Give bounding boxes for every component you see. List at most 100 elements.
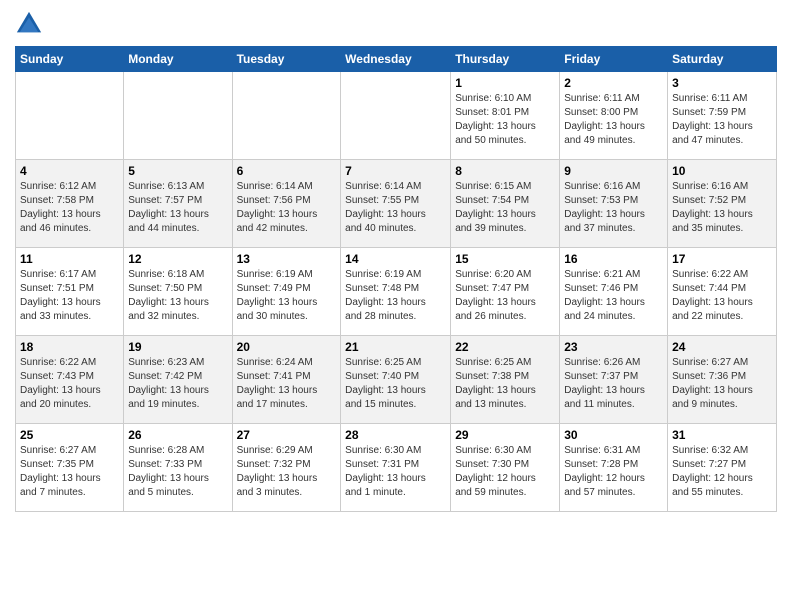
calendar-cell: 4 Sunrise: 6:12 AMSunset: 7:58 PMDaylight… — [16, 160, 124, 248]
calendar-cell: 19 Sunrise: 6:23 AMSunset: 7:42 PMDayligh… — [124, 336, 232, 424]
calendar-cell: 9 Sunrise: 6:16 AMSunset: 7:53 PMDaylight… — [560, 160, 668, 248]
day-number: 20 — [237, 340, 337, 354]
cell-info: Sunrise: 6:30 AMSunset: 7:30 PMDaylight:… — [455, 444, 555, 500]
calendar-cell: 5 Sunrise: 6:13 AMSunset: 7:57 PMDaylight… — [124, 160, 232, 248]
day-number: 12 — [128, 252, 227, 266]
calendar-cell — [341, 72, 451, 160]
calendar-cell: 6 Sunrise: 6:14 AMSunset: 7:56 PMDaylight… — [232, 160, 341, 248]
calendar-cell: 26Sunrise: 6:28 AMSunset: 7:33 PMDayligh… — [124, 424, 232, 512]
weekday-header-thursday: Thursday — [451, 47, 560, 72]
cell-info: Sunrise: 6:19 AMSunset: 7:48 PMDaylight:… — [345, 268, 446, 324]
cell-info: Sunrise: 6:16 AMSunset: 7:53 PMDaylight:… — [564, 180, 663, 236]
calendar-cell: 12 Sunrise: 6:18 AMSunset: 7:50 PMDayligh… — [124, 248, 232, 336]
day-number: 31 — [672, 428, 772, 442]
calendar-cell: 27 Sunrise: 6:29 AMSunset: 7:32 PMDayligh… — [232, 424, 341, 512]
logo — [15, 10, 47, 38]
cell-info: Sunrise: 6:22 AMSunset: 7:43 PMDaylight:… — [20, 356, 119, 412]
logo-icon — [15, 10, 43, 38]
calendar-cell: 3 Sunrise: 6:11 AMSunset: 7:59 PMDaylight… — [668, 72, 777, 160]
cell-info: Sunrise: 6:24 AMSunset: 7:41 PMDaylight:… — [237, 356, 337, 412]
calendar-cell: 15Sunrise: 6:20 AMSunset: 7:47 PMDayligh… — [451, 248, 560, 336]
day-number: 11 — [20, 252, 119, 266]
calendar-week-1: 1 Sunrise: 6:10 AMSunset: 8:01 PMDaylight… — [16, 72, 777, 160]
cell-info: Sunrise: 6:23 AMSunset: 7:42 PMDaylight:… — [128, 356, 227, 412]
day-number: 18 — [20, 340, 119, 354]
calendar-cell: 20 Sunrise: 6:24 AMSunset: 7:41 PMDayligh… — [232, 336, 341, 424]
day-number: 5 — [128, 164, 227, 178]
calendar-cell: 1 Sunrise: 6:10 AMSunset: 8:01 PMDaylight… — [451, 72, 560, 160]
calendar-week-2: 4 Sunrise: 6:12 AMSunset: 7:58 PMDaylight… — [16, 160, 777, 248]
cell-info: Sunrise: 6:19 AMSunset: 7:49 PMDaylight:… — [237, 268, 337, 324]
weekday-header-wednesday: Wednesday — [341, 47, 451, 72]
calendar-cell: 10Sunrise: 6:16 AMSunset: 7:52 PMDayligh… — [668, 160, 777, 248]
cell-info: Sunrise: 6:18 AMSunset: 7:50 PMDaylight:… — [128, 268, 227, 324]
day-number: 8 — [455, 164, 555, 178]
day-number: 22 — [455, 340, 555, 354]
day-number: 21 — [345, 340, 446, 354]
calendar-cell: 23 Sunrise: 6:26 AMSunset: 7:37 PMDayligh… — [560, 336, 668, 424]
day-number: 19 — [128, 340, 227, 354]
cell-info: Sunrise: 6:26 AMSunset: 7:37 PMDaylight:… — [564, 356, 663, 412]
cell-info: Sunrise: 6:12 AMSunset: 7:58 PMDaylight:… — [20, 180, 119, 236]
day-number: 4 — [20, 164, 119, 178]
calendar-cell: 2 Sunrise: 6:11 AMSunset: 8:00 PMDaylight… — [560, 72, 668, 160]
day-number: 26 — [128, 428, 227, 442]
calendar-cell — [124, 72, 232, 160]
cell-info: Sunrise: 6:11 AMSunset: 8:00 PMDaylight:… — [564, 92, 663, 148]
day-number: 13 — [237, 252, 337, 266]
day-number: 23 — [564, 340, 663, 354]
calendar-cell: 30 Sunrise: 6:31 AMSunset: 7:28 PMDayligh… — [560, 424, 668, 512]
cell-info: Sunrise: 6:31 AMSunset: 7:28 PMDaylight:… — [564, 444, 663, 500]
cell-info: Sunrise: 6:16 AMSunset: 7:52 PMDaylight:… — [672, 180, 772, 236]
calendar-table: SundayMondayTuesdayWednesdayThursdayFrid… — [15, 46, 777, 512]
cell-info: Sunrise: 6:27 AMSunset: 7:36 PMDaylight:… — [672, 356, 772, 412]
calendar-cell — [16, 72, 124, 160]
calendar-cell: 21 Sunrise: 6:25 AMSunset: 7:40 PMDayligh… — [341, 336, 451, 424]
weekday-header-monday: Monday — [124, 47, 232, 72]
cell-info: Sunrise: 6:27 AMSunset: 7:35 PMDaylight:… — [20, 444, 119, 500]
weekday-header-friday: Friday — [560, 47, 668, 72]
calendar-cell: 14 Sunrise: 6:19 AMSunset: 7:48 PMDayligh… — [341, 248, 451, 336]
cell-info: Sunrise: 6:21 AMSunset: 7:46 PMDaylight:… — [564, 268, 663, 324]
day-number: 1 — [455, 76, 555, 90]
day-number: 30 — [564, 428, 663, 442]
day-number: 6 — [237, 164, 337, 178]
cell-info: Sunrise: 6:10 AMSunset: 8:01 PMDaylight:… — [455, 92, 555, 148]
cell-info: Sunrise: 6:32 AMSunset: 7:27 PMDaylight:… — [672, 444, 772, 500]
weekday-header-tuesday: Tuesday — [232, 47, 341, 72]
calendar-cell: 18 Sunrise: 6:22 AMSunset: 7:43 PMDayligh… — [16, 336, 124, 424]
calendar-cell: 29Sunrise: 6:30 AMSunset: 7:30 PMDayligh… — [451, 424, 560, 512]
weekday-header-row: SundayMondayTuesdayWednesdayThursdayFrid… — [16, 47, 777, 72]
day-number: 14 — [345, 252, 446, 266]
calendar-cell: 17 Sunrise: 6:22 AMSunset: 7:44 PMDayligh… — [668, 248, 777, 336]
calendar-week-5: 25 Sunrise: 6:27 AMSunset: 7:35 PMDayligh… — [16, 424, 777, 512]
calendar-cell: 11 Sunrise: 6:17 AMSunset: 7:51 PMDayligh… — [16, 248, 124, 336]
calendar-cell: 28Sunrise: 6:30 AMSunset: 7:31 PMDayligh… — [341, 424, 451, 512]
cell-info: Sunrise: 6:25 AMSunset: 7:40 PMDaylight:… — [345, 356, 446, 412]
day-number: 3 — [672, 76, 772, 90]
cell-info: Sunrise: 6:11 AMSunset: 7:59 PMDaylight:… — [672, 92, 772, 148]
cell-info: Sunrise: 6:30 AMSunset: 7:31 PMDaylight:… — [345, 444, 446, 500]
page-header — [15, 10, 777, 38]
day-number: 24 — [672, 340, 772, 354]
cell-info: Sunrise: 6:22 AMSunset: 7:44 PMDaylight:… — [672, 268, 772, 324]
day-number: 17 — [672, 252, 772, 266]
cell-info: Sunrise: 6:20 AMSunset: 7:47 PMDaylight:… — [455, 268, 555, 324]
day-number: 2 — [564, 76, 663, 90]
day-number: 9 — [564, 164, 663, 178]
cell-info: Sunrise: 6:17 AMSunset: 7:51 PMDaylight:… — [20, 268, 119, 324]
calendar-cell: 7Sunrise: 6:14 AMSunset: 7:55 PMDaylight… — [341, 160, 451, 248]
calendar-cell: 22Sunrise: 6:25 AMSunset: 7:38 PMDayligh… — [451, 336, 560, 424]
day-number: 27 — [237, 428, 337, 442]
calendar-week-4: 18 Sunrise: 6:22 AMSunset: 7:43 PMDayligh… — [16, 336, 777, 424]
calendar-cell: 24 Sunrise: 6:27 AMSunset: 7:36 PMDayligh… — [668, 336, 777, 424]
calendar-cell: 25 Sunrise: 6:27 AMSunset: 7:35 PMDayligh… — [16, 424, 124, 512]
calendar-cell: 16Sunrise: 6:21 AMSunset: 7:46 PMDayligh… — [560, 248, 668, 336]
day-number: 25 — [20, 428, 119, 442]
calendar-cell — [232, 72, 341, 160]
cell-info: Sunrise: 6:14 AMSunset: 7:56 PMDaylight:… — [237, 180, 337, 236]
cell-info: Sunrise: 6:29 AMSunset: 7:32 PMDaylight:… — [237, 444, 337, 500]
day-number: 7 — [345, 164, 446, 178]
cell-info: Sunrise: 6:13 AMSunset: 7:57 PMDaylight:… — [128, 180, 227, 236]
calendar-cell: 13 Sunrise: 6:19 AMSunset: 7:49 PMDayligh… — [232, 248, 341, 336]
